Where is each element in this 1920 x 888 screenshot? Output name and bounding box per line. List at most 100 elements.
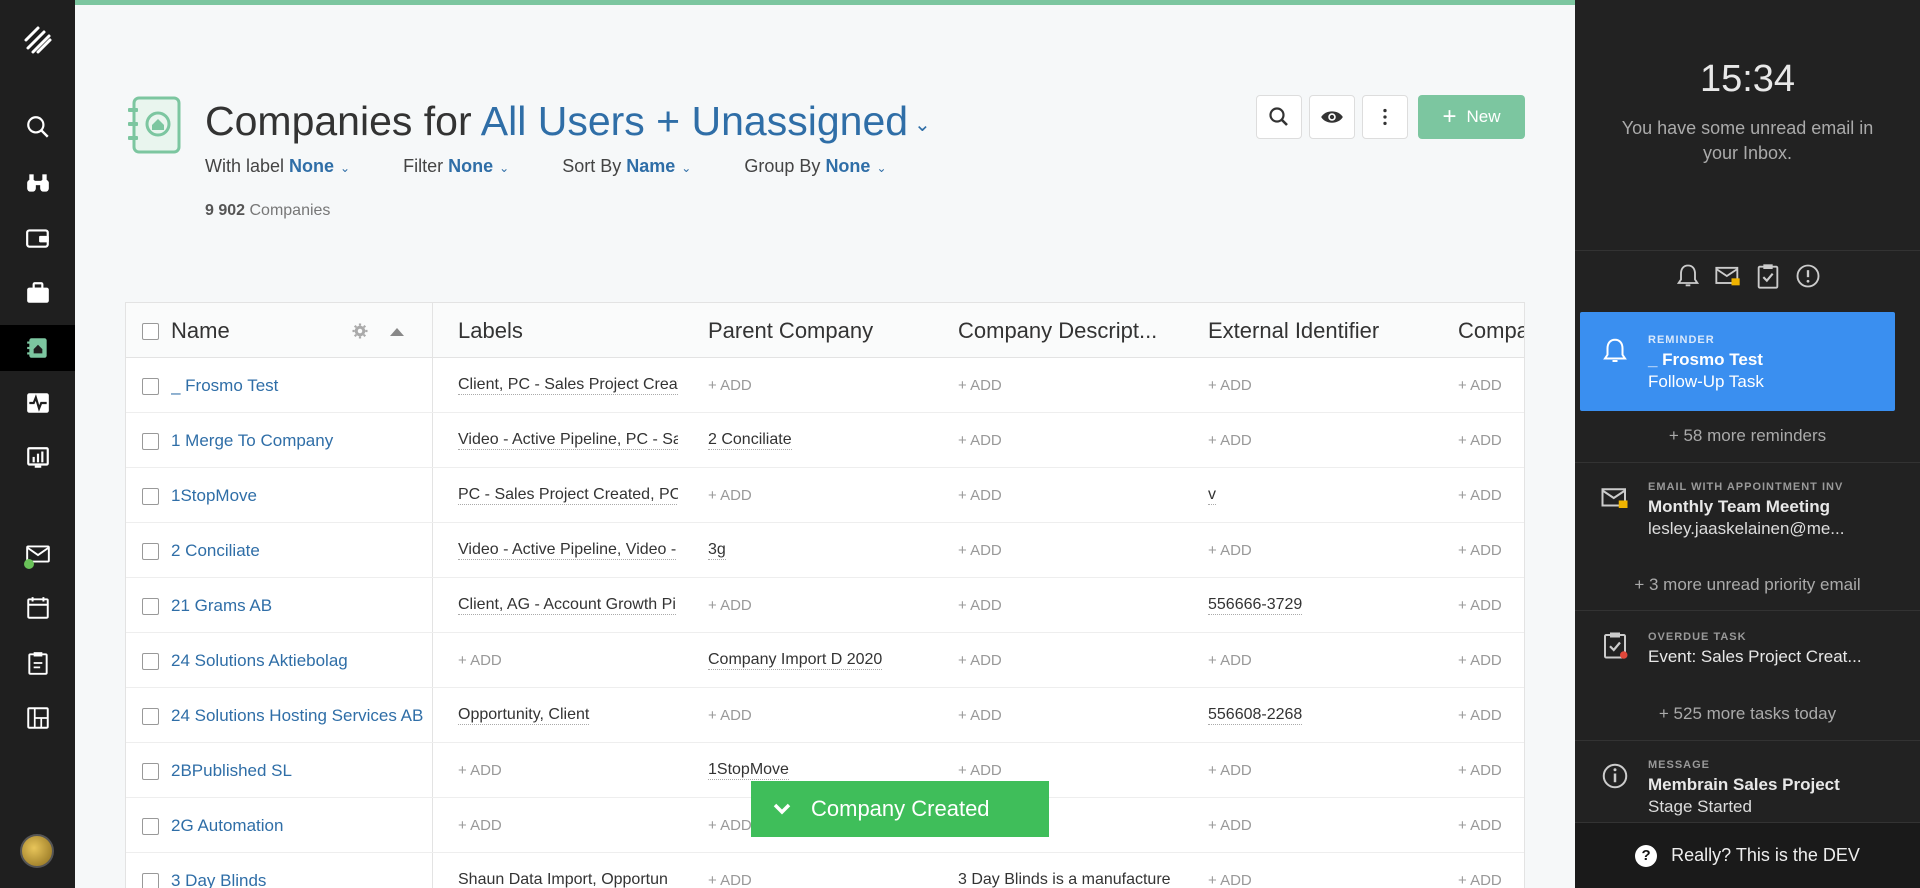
- add-value-link[interactable]: + ADD: [708, 688, 938, 743]
- more-tasks-link[interactable]: + 525 more tasks today: [1575, 704, 1920, 724]
- row-checkbox[interactable]: [142, 653, 159, 670]
- parent-company-cell[interactable]: 3g: [708, 523, 938, 578]
- add-value-link[interactable]: + ADD: [1458, 413, 1524, 468]
- nav-playbook[interactable]: [0, 695, 75, 741]
- panel-footer[interactable]: ? Really? This is the DEV: [1575, 822, 1920, 888]
- nav-calendar[interactable]: [0, 585, 75, 631]
- add-value-link[interactable]: + ADD: [1208, 633, 1438, 688]
- add-value-link[interactable]: + ADD: [458, 743, 678, 798]
- reminder-notification[interactable]: REMINDER _ Frosmo Test Follow-Up Task: [1580, 312, 1895, 411]
- labels-cell[interactable]: Video - Active Pipeline, Video -: [458, 523, 678, 578]
- toast-notification[interactable]: Company Created: [751, 781, 1049, 837]
- add-value-link[interactable]: + ADD: [1208, 358, 1438, 413]
- nav-activity[interactable]: [0, 380, 75, 426]
- sort-ascending-icon[interactable]: [390, 326, 404, 336]
- task-notification[interactable]: OVERDUE TASK Event: Sales Project Creat.…: [1580, 611, 1895, 701]
- table-row[interactable]: 1StopMove PC - Sales Project Created, PC +…: [126, 468, 1524, 523]
- add-value-link[interactable]: + ADD: [708, 853, 938, 888]
- task-clipboard-icon[interactable]: [1754, 262, 1782, 290]
- add-value-link[interactable]: + ADD: [1208, 743, 1438, 798]
- table-row[interactable]: 21 Grams AB Client, AG - Account Growth P…: [126, 578, 1524, 633]
- add-value-link[interactable]: + ADD: [708, 468, 938, 523]
- user-avatar[interactable]: [20, 834, 54, 868]
- external-id-cell[interactable]: 556608-2268: [1208, 688, 1438, 743]
- add-value-link[interactable]: + ADD: [458, 633, 678, 688]
- add-value-link[interactable]: + ADD: [1458, 633, 1524, 688]
- gear-icon[interactable]: [351, 322, 369, 340]
- table-row[interactable]: 24 Solutions Hosting Services AB Opportun…: [126, 688, 1524, 743]
- group-dropdown[interactable]: Group By None ⌄: [744, 156, 886, 177]
- add-value-link[interactable]: + ADD: [1208, 413, 1438, 468]
- company-name-link[interactable]: 2 Conciliate: [171, 523, 426, 578]
- table-row[interactable]: 2 Conciliate Video - Active Pipeline, Vid…: [126, 523, 1524, 578]
- view-button[interactable]: [1309, 95, 1355, 139]
- company-name-link[interactable]: 2BPublished SL: [171, 743, 426, 798]
- parent-company-cell[interactable]: 2 Conciliate: [708, 413, 938, 468]
- add-value-link[interactable]: + ADD: [1208, 853, 1438, 888]
- company-name-link[interactable]: 24 Solutions Aktiebolag: [171, 633, 426, 688]
- nav-deals[interactable]: [0, 270, 75, 316]
- row-checkbox[interactable]: [142, 543, 159, 560]
- labels-cell[interactable]: Opportunity, Client: [458, 688, 678, 743]
- row-checkbox[interactable]: [142, 873, 159, 888]
- select-all-checkbox[interactable]: [142, 323, 159, 340]
- add-value-link[interactable]: + ADD: [958, 523, 1188, 578]
- nav-inbox[interactable]: [0, 531, 75, 577]
- table-row[interactable]: 24 Solutions Aktiebolag + ADD Company Impo…: [126, 633, 1524, 688]
- add-value-link[interactable]: + ADD: [958, 688, 1188, 743]
- add-value-link[interactable]: + ADD: [1208, 798, 1438, 853]
- column-header-company-description[interactable]: Company Descript...: [958, 303, 1157, 358]
- row-checkbox[interactable]: [142, 433, 159, 450]
- sort-dropdown[interactable]: Sort By Name ⌄: [562, 156, 691, 177]
- add-value-link[interactable]: + ADD: [1458, 358, 1524, 413]
- more-options-button[interactable]: [1362, 95, 1408, 139]
- labels-cell[interactable]: Client, AG - Account Growth Pi: [458, 578, 678, 633]
- reminder-bell-icon[interactable]: [1674, 262, 1702, 290]
- message-notification[interactable]: MESSAGE Membrain Sales Project Stage Sta…: [1580, 741, 1895, 821]
- email-notification[interactable]: EMAIL WITH APPOINTMENT INV Monthly Team …: [1580, 463, 1895, 573]
- company-name-link[interactable]: 2G Automation: [171, 798, 426, 853]
- add-value-link[interactable]: + ADD: [958, 468, 1188, 523]
- company-name-link[interactable]: 3 Day Blinds: [171, 853, 426, 888]
- info-alert-icon[interactable]: [1794, 262, 1822, 290]
- column-header-company[interactable]: Compa: [1458, 303, 1524, 358]
- add-value-link[interactable]: + ADD: [1208, 523, 1438, 578]
- row-checkbox[interactable]: [142, 488, 159, 505]
- more-reminders-link[interactable]: + 58 more reminders: [1575, 426, 1920, 446]
- add-value-link[interactable]: + ADD: [708, 358, 938, 413]
- company-name-link[interactable]: 1 Merge To Company: [171, 413, 426, 468]
- column-header-name[interactable]: Name: [171, 303, 230, 358]
- column-header-parent-company[interactable]: Parent Company: [708, 303, 873, 358]
- nav-companies[interactable]: [0, 325, 75, 371]
- row-checkbox[interactable]: [142, 598, 159, 615]
- labels-cell[interactable]: PC - Sales Project Created, PC: [458, 468, 678, 523]
- add-value-link[interactable]: + ADD: [1458, 743, 1524, 798]
- add-value-link[interactable]: + ADD: [1458, 688, 1524, 743]
- table-row[interactable]: 1 Merge To Company Video - Active Pipelin…: [126, 413, 1524, 468]
- external-id-cell[interactable]: v: [1208, 468, 1438, 523]
- app-logo[interactable]: [0, 14, 75, 66]
- labels-cell[interactable]: Shaun Data Import, Opportun: [458, 853, 678, 888]
- nav-prospects[interactable]: [0, 160, 75, 206]
- label-filter[interactable]: With label None ⌄: [205, 156, 350, 177]
- add-value-link[interactable]: + ADD: [458, 798, 678, 853]
- add-value-link[interactable]: + ADD: [1458, 798, 1524, 853]
- row-checkbox[interactable]: [142, 763, 159, 780]
- table-row[interactable]: 3 Day Blinds Shaun Data Import, Opportun +…: [126, 853, 1524, 888]
- company-name-link[interactable]: 21 Grams AB: [171, 578, 426, 633]
- row-checkbox[interactable]: [142, 378, 159, 395]
- company-name-link[interactable]: 24 Solutions Hosting Services AB: [171, 688, 426, 743]
- table-row[interactable]: _ Frosmo Test Client, PC - Sales Project …: [126, 358, 1524, 413]
- search-button[interactable]: [1256, 95, 1302, 139]
- add-value-link[interactable]: + ADD: [1458, 523, 1524, 578]
- add-value-link[interactable]: + ADD: [958, 633, 1188, 688]
- priority-email-icon[interactable]: [1714, 262, 1742, 290]
- add-value-link[interactable]: + ADD: [1458, 578, 1524, 633]
- add-value-link[interactable]: + ADD: [958, 358, 1188, 413]
- labels-cell[interactable]: Client, PC - Sales Project Creat: [458, 358, 678, 413]
- nav-wallet[interactable]: [0, 215, 75, 261]
- external-id-cell[interactable]: 556666-3729: [1208, 578, 1438, 633]
- more-email-link[interactable]: + 3 more unread priority email: [1575, 575, 1920, 595]
- description-cell[interactable]: 3 Day Blinds is a manufacture: [958, 853, 1188, 888]
- filter-dropdown[interactable]: Filter None ⌄: [403, 156, 509, 177]
